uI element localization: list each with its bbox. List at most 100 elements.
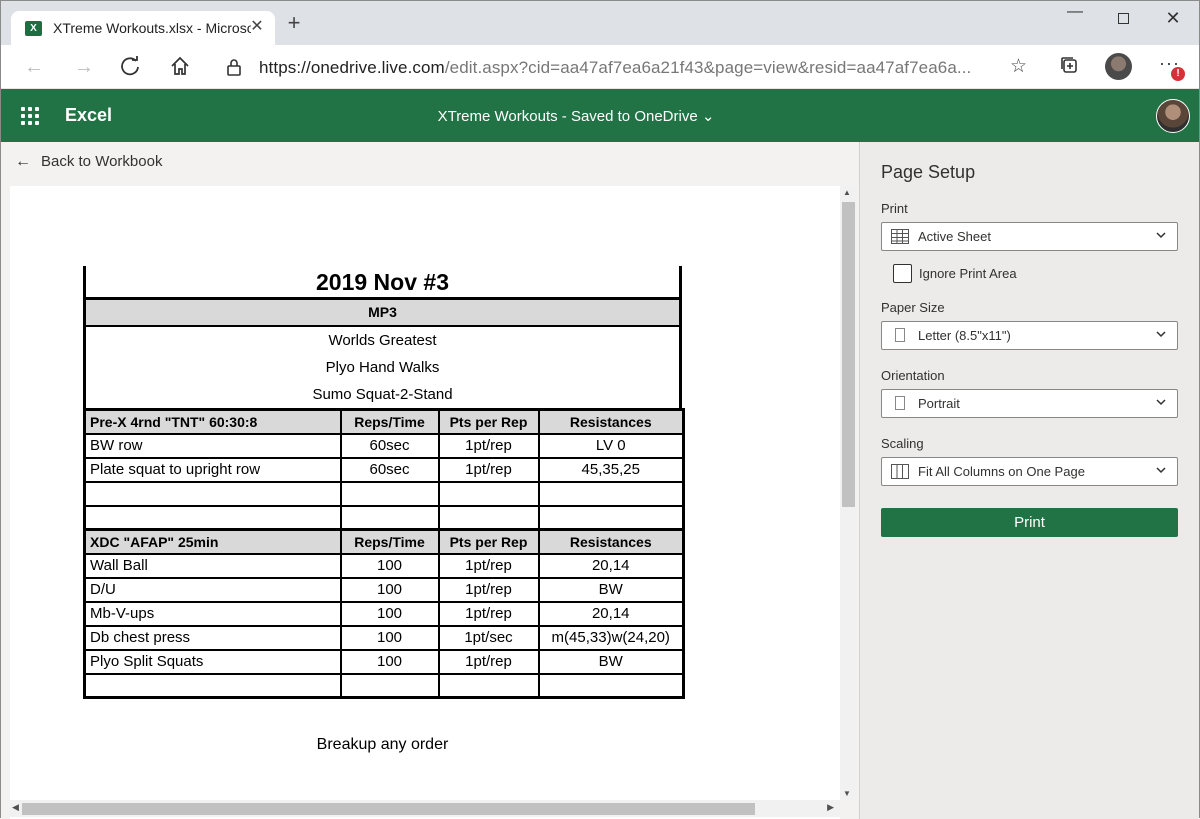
sheet-line: Worlds Greatest	[83, 327, 682, 354]
table-cell[interactable]: m(45,33)w(24,20)	[537, 624, 685, 651]
table-row	[83, 480, 685, 507]
table-cell[interactable]: BW row	[83, 432, 342, 459]
table-cell[interactable]: 1pt/rep	[437, 432, 540, 459]
table-cell[interactable]: 1pt/sec	[437, 624, 540, 651]
table-cell[interactable]: Mb-V-ups	[83, 600, 342, 627]
portrait-page-icon	[891, 396, 909, 411]
table-cell[interactable]	[83, 480, 342, 507]
chevron-down-icon	[1155, 463, 1167, 475]
table-cell[interactable]	[537, 480, 685, 507]
table-cell[interactable]: 100	[339, 624, 440, 651]
table-cell[interactable]: 20,14	[537, 600, 685, 627]
table-cell[interactable]	[537, 672, 685, 699]
horizontal-scrollbar[interactable]: ◀ ▶	[10, 800, 840, 817]
table-cell[interactable]: Db chest press	[83, 624, 342, 651]
page-setup-heading: Page Setup	[881, 162, 976, 182]
header-cell[interactable]: Resistances	[537, 528, 685, 555]
url-text[interactable]: https://onedrive.live.com/edit.aspx?cid=…	[259, 58, 999, 78]
ignore-print-area-checkbox[interactable]	[893, 264, 912, 283]
table-cell[interactable]: 45,35,25	[537, 456, 685, 483]
table-cell[interactable]: Plyo Split Squats	[83, 648, 342, 675]
horizontal-scroll-thumb[interactable]	[22, 803, 755, 815]
fit-columns-icon	[891, 464, 909, 479]
new-tab-icon[interactable]: +	[283, 12, 305, 35]
back-label: Back to Workbook	[41, 153, 163, 170]
table-cell[interactable]	[83, 504, 342, 531]
document-title[interactable]: XTreme Workouts - Saved to OneDrive ⌄	[1, 107, 1151, 125]
table-cell[interactable]	[339, 480, 440, 507]
table-cell[interactable]: BW	[537, 576, 685, 603]
favorite-star-icon[interactable]: ☆	[1010, 55, 1027, 78]
vertical-scrollbar[interactable]: ▲ ▼	[840, 186, 857, 800]
table-cell[interactable]: 1pt/rep	[437, 600, 540, 627]
scaling-dropdown[interactable]: Fit All Columns on One Page	[881, 457, 1178, 486]
table-cell[interactable]: 1pt/rep	[437, 576, 540, 603]
table-cell[interactable]: 100	[339, 648, 440, 675]
header-cell[interactable]: XDC "AFAP" 25min	[83, 528, 342, 555]
header-cell[interactable]: Pre-X 4rnd "TNT" 60:30:8	[83, 408, 342, 435]
scroll-left-arrow-icon[interactable]: ◀	[12, 802, 19, 813]
browser-profile-avatar[interactable]	[1105, 53, 1132, 80]
lock-icon[interactable]	[225, 57, 243, 77]
address-bar[interactable]: https://onedrive.live.com/edit.aspx?cid=…	[211, 51, 1037, 83]
print-button[interactable]: Print	[881, 508, 1178, 537]
home-icon[interactable]	[167, 55, 193, 79]
window-close-icon[interactable]: ✕	[1161, 7, 1185, 31]
back-to-workbook-link[interactable]: ← Back to Workbook	[15, 153, 162, 171]
forward-arrow-icon[interactable]: →	[71, 55, 97, 79]
browser-tab[interactable]: X XTreme Workouts.xlsx - Microsoft ✕	[11, 11, 275, 45]
maximize-icon[interactable]	[1111, 7, 1135, 31]
scroll-down-arrow-icon[interactable]: ▼	[843, 789, 851, 798]
table-cell[interactable]	[83, 672, 342, 699]
table-row	[83, 504, 685, 531]
table-cell[interactable]	[339, 672, 440, 699]
collections-icon[interactable]	[1057, 55, 1081, 79]
print-what-dropdown[interactable]: Active Sheet	[881, 222, 1178, 251]
table-cell[interactable]: Wall Ball	[83, 552, 342, 579]
back-arrow-icon[interactable]: ←	[21, 55, 47, 79]
table-cell[interactable]: 1pt/rep	[437, 648, 540, 675]
minimize-icon[interactable]: —	[1063, 3, 1087, 27]
page-icon	[891, 328, 909, 343]
sheet-grid-icon	[891, 229, 909, 244]
table-cell[interactable]: 60sec	[339, 456, 440, 483]
table-cell[interactable]: 1pt/rep	[437, 552, 540, 579]
paper-size-dropdown[interactable]: Letter (8.5"x11")	[881, 321, 1178, 350]
page-setup-panel: Page Setup Print Active Sheet Ignore Pri…	[859, 142, 1199, 819]
tab-strip: X XTreme Workouts.xlsx - Microsoft ✕ + —…	[1, 1, 1199, 45]
header-cell[interactable]: Resistances	[537, 408, 685, 435]
tab-close-icon[interactable]: ✕	[247, 17, 267, 37]
table-cell[interactable]: Plate squat to upright row	[83, 456, 342, 483]
table-cell[interactable]: 1pt/rep	[437, 456, 540, 483]
table-row	[83, 672, 685, 699]
table-cell[interactable]: 100	[339, 600, 440, 627]
table-cell[interactable]: 60sec	[339, 432, 440, 459]
footer-note: Breakup any order	[316, 736, 449, 753]
refresh-icon[interactable]	[117, 55, 143, 79]
scaling-label: Scaling	[881, 436, 924, 451]
header-cell[interactable]: Reps/Time	[339, 408, 440, 435]
orientation-dropdown[interactable]: Portrait	[881, 389, 1178, 418]
scroll-right-arrow-icon[interactable]: ▶	[827, 802, 834, 813]
table-cell[interactable]: 100	[339, 576, 440, 603]
table-cell[interactable]	[339, 504, 440, 531]
table-cell[interactable]	[437, 672, 540, 699]
table-cell[interactable]: LV 0	[537, 432, 685, 459]
header-cell[interactable]: Pts per Rep	[437, 528, 540, 555]
table-cell[interactable]: BW	[537, 648, 685, 675]
table-row: D/U 100 1pt/rep BW	[83, 576, 685, 603]
table-cell[interactable]: 20,14	[537, 552, 685, 579]
table-cell[interactable]	[537, 504, 685, 531]
scroll-up-arrow-icon[interactable]: ▲	[843, 188, 851, 197]
table-row: Wall Ball 100 1pt/rep 20,14	[83, 552, 685, 579]
chevron-down-icon	[1155, 327, 1167, 339]
table-cell[interactable]: D/U	[83, 576, 342, 603]
header-cell[interactable]: Pts per Rep	[437, 408, 540, 435]
header-cell[interactable]: Reps/Time	[339, 528, 440, 555]
table-cell[interactable]	[437, 504, 540, 531]
table-cell[interactable]: 100	[339, 552, 440, 579]
section-header-row: Pre-X 4rnd "TNT" 60:30:8 Reps/Time Pts per…	[83, 408, 685, 435]
vertical-scroll-thumb[interactable]	[842, 202, 855, 507]
table-cell[interactable]	[437, 480, 540, 507]
account-avatar[interactable]	[1156, 99, 1190, 133]
